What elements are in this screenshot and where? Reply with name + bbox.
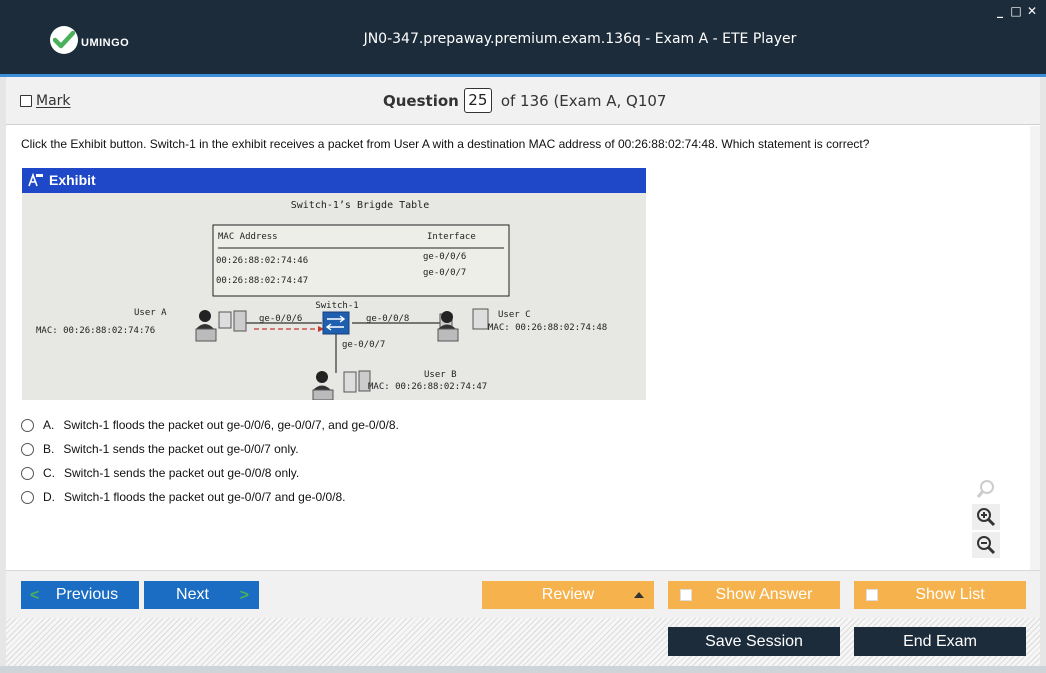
previous-label: Previous — [55, 586, 119, 603]
answer-letter-a: A. — [43, 418, 55, 432]
mark-label: Mark — [36, 93, 71, 109]
show-answer-checkbox[interactable] — [680, 589, 692, 601]
switch-label: Switch-1 — [315, 301, 358, 311]
footer-bar: Save Session End Exam — [6, 618, 1040, 666]
window-controls: _ □ ✕ — [994, 4, 1038, 18]
show-answer-button[interactable]: Show Answer — [668, 581, 840, 609]
save-session-button[interactable]: Save Session — [668, 627, 840, 656]
user-c-mac: MAC: 00:26:88:02:74:48 — [488, 323, 607, 333]
caret-up-icon — [634, 592, 644, 598]
zoom-out-icon[interactable] — [972, 532, 1000, 558]
exhibit-icon — [28, 173, 43, 187]
show-list-label: Show List — [915, 586, 985, 603]
previous-button[interactable]: < Previous — [21, 581, 139, 609]
review-button[interactable]: Review — [482, 581, 654, 609]
exhibit-image: Exhibit Switch-1’s Brigde Table MAC Addr… — [22, 168, 646, 400]
question-text: Click the Exhibit button. Switch-1 in th… — [21, 137, 870, 151]
review-label: Review — [541, 586, 595, 603]
answer-option-c[interactable]: C. Switch-1 sends the packet out ge-0/0/… — [21, 466, 299, 480]
table-header-interface: Interface — [427, 232, 476, 242]
question-total: of 136 (Exam A, Q107 — [500, 91, 667, 110]
minimize-button[interactable]: _ — [994, 4, 1006, 18]
answer-letter-c: C. — [43, 466, 55, 480]
answer-radio-b[interactable] — [21, 442, 34, 456]
mark-checkbox[interactable]: Mark — [20, 93, 71, 109]
answer-text-c: Switch-1 sends the packet out ge-0/0/8 o… — [64, 466, 300, 480]
user-b-mac: MAC: 00:26:88:02:74:47 — [368, 382, 487, 392]
exhibit-title: Exhibit — [49, 172, 96, 188]
answer-letter-d: D. — [43, 490, 55, 504]
vertical-scrollbar[interactable] — [1030, 126, 1040, 570]
table-iface-2: ge-0/0/7 — [423, 268, 466, 278]
save-session-label: Save Session — [705, 632, 803, 650]
window-bottom-edge — [0, 666, 1046, 673]
navigation-bar: < Previous Next > Review Show Answer Sho… — [6, 570, 1040, 618]
answer-radio-a[interactable] — [21, 418, 34, 432]
next-button[interactable]: Next > — [144, 581, 259, 609]
user-a-mac: MAC: 00:26:88:02:74:76 — [36, 326, 155, 336]
port-ge-0-0-7: ge-0/0/7 — [342, 340, 385, 350]
table-iface-1: ge-0/0/6 — [423, 252, 466, 262]
exhibit-title-bar: Exhibit — [22, 168, 646, 193]
answer-option-b[interactable]: B. Switch-1 sends the packet out ge-0/0/… — [21, 442, 299, 456]
answer-text-b: Switch-1 sends the packet out ge-0/0/7 o… — [63, 442, 299, 456]
user-c-label: User C — [498, 310, 531, 320]
bridge-table-title: Switch-1’s Brigde Table — [291, 200, 429, 211]
user-c-computer-icon — [437, 308, 489, 342]
user-b-computer-icon — [312, 370, 371, 400]
user-b-label: User B — [424, 370, 457, 380]
answer-text-d: Switch-1 floods the packet out ge-0/0/7 … — [64, 490, 346, 504]
answer-radio-c[interactable] — [21, 466, 34, 480]
show-answer-label: Show Answer — [715, 586, 813, 603]
window-title: JN0-347.prepaway.premium.exam.136q - Exa… — [363, 31, 797, 47]
port-ge-0-0-6: ge-0/0/6 — [259, 314, 302, 324]
user-a-label: User A — [134, 308, 167, 318]
show-list-button[interactable]: Show List — [854, 581, 1026, 609]
end-exam-button[interactable]: End Exam — [854, 627, 1026, 656]
table-mac-1: 00:26:88:02:74:46 — [216, 256, 308, 266]
table-header-mac: MAC Address — [218, 232, 278, 242]
question-number-input[interactable]: 25 — [463, 88, 492, 113]
question-navigator: Question 25 of 136 (Exam A, Q107 — [383, 88, 666, 113]
answer-letter-b: B. — [43, 442, 55, 456]
title-bar: UMINGO JN0-347.prepaway.premium.exam.136… — [0, 0, 1046, 77]
question-content: Click the Exhibit button. Switch-1 in th… — [6, 126, 1040, 570]
right-frame — [1040, 77, 1046, 666]
port-ge-0-0-8: ge-0/0/8 — [366, 314, 409, 324]
show-list-checkbox[interactable] — [866, 589, 878, 601]
question-label: Question — [383, 91, 459, 110]
maximize-button[interactable]: □ — [1010, 4, 1022, 18]
answer-option-a[interactable]: A. Switch-1 floods the packet out ge-0/0… — [21, 418, 399, 432]
chevron-left-icon: < — [30, 587, 40, 604]
switch-icon — [322, 311, 350, 335]
network-diagram: Switch-1’s Brigde Table MAC Address Inte… — [36, 200, 607, 400]
chevron-right-icon: > — [239, 587, 249, 604]
answer-option-d[interactable]: D. Switch-1 floods the packet out ge-0/0… — [21, 490, 346, 504]
magnifier-icon[interactable] — [972, 476, 1000, 502]
next-label: Next — [176, 586, 209, 603]
user-a-computer-icon — [195, 310, 247, 342]
answer-radio-d[interactable] — [21, 490, 34, 504]
close-button[interactable]: ✕ — [1026, 4, 1038, 18]
table-mac-2: 00:26:88:02:74:47 — [216, 276, 308, 286]
zoom-in-icon[interactable] — [972, 504, 1000, 530]
mark-checkbox-box[interactable] — [20, 95, 32, 107]
question-header: Mark Question 25 of 136 (Exam A, Q107 — [6, 77, 1040, 125]
end-exam-label: End Exam — [903, 632, 977, 650]
answer-text-a: Switch-1 floods the packet out ge-0/0/6,… — [63, 418, 399, 432]
